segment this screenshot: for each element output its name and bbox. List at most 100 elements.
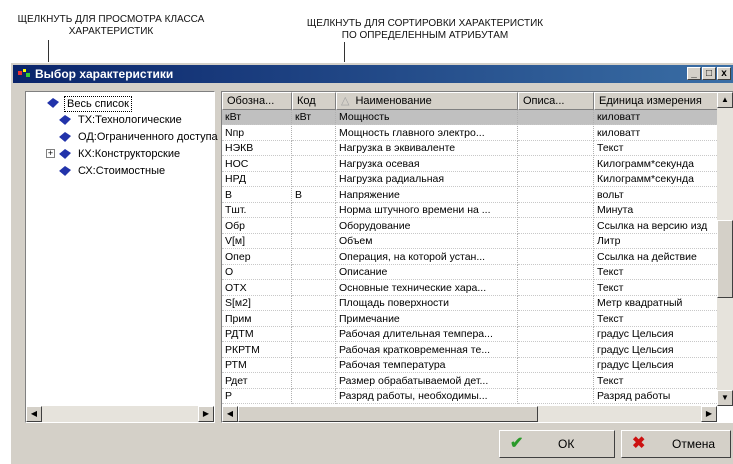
table-cell (518, 234, 594, 249)
table-row[interactable]: Тшт. Норма штучного времени на ... Минута (222, 203, 723, 218)
table-cell: градус Цельсия (594, 342, 723, 358)
table-cell: Ссылка на версию изд (594, 218, 723, 234)
table-cell: Текст (594, 311, 723, 327)
table-row[interactable]: S[м2] Площадь поверхности Метр квадратный (222, 296, 723, 311)
scroll-right-button[interactable]: ▶ (198, 406, 214, 422)
table-cell: Nпр (222, 125, 292, 141)
annotation-sort-hint: ЩЕЛКНУТЬ ДЛЯ СОРТИРОВКИ ХАРАКТЕРИСТИК ПО… (306, 18, 544, 41)
table-cell: Напряжение (336, 187, 518, 203)
table-row[interactable]: РКРТМ Рабочая кратковременная те... градус… (222, 342, 723, 358)
table-cell: Нагрузка в эквиваленте (336, 141, 518, 156)
class-tree[interactable]: Весь список ТХ:Технологические ОД:Ограниче… (25, 91, 218, 423)
table-row[interactable]: Прим Примечание Текст (222, 311, 723, 327)
maximize-button[interactable]: □ (702, 67, 716, 80)
column-header-label: Наименование (355, 95, 432, 107)
table-cell: Рабочая длительная темпера... (336, 327, 518, 342)
table-vertical-scrollbar[interactable]: ▲ ▼ (717, 92, 733, 406)
characteristics-table[interactable]: Обозна... Код △ Наименование Описа... Единица… (221, 91, 733, 423)
table-cell (518, 218, 594, 234)
table-cell: РКРТМ (222, 342, 292, 358)
cancel-button[interactable]: ✖ Отмена (621, 430, 731, 458)
column-header[interactable]: △ Наименование (336, 92, 518, 110)
table-row[interactable]: Рдет Размер обрабатываемой дет... Текст (222, 373, 723, 389)
table-cell: Разряд работы (594, 389, 723, 404)
scroll-thumb[interactable] (717, 220, 733, 298)
table-cell: Минута (594, 203, 723, 218)
tree-horizontal-scrollbar[interactable]: ◀ ▶ (26, 406, 214, 422)
table-cell: НОС (222, 156, 292, 172)
table-cell: Ссылка на действие (594, 249, 723, 265)
table-cell (518, 203, 594, 218)
table-row[interactable]: НЭКВ Нагрузка в эквиваленте Текст (222, 141, 723, 156)
table-row[interactable]: Nпр Мощность главного электро... киловатт (222, 125, 723, 141)
book-icon (59, 115, 71, 126)
table-row[interactable]: НОС Нагрузка осевая Килограмм*секунда (222, 156, 723, 172)
table-cell (292, 327, 336, 342)
table-cell (292, 296, 336, 311)
table-row[interactable]: О Описание Текст (222, 265, 723, 280)
table-row[interactable]: кВт кВт Мощность киловатт (222, 110, 723, 125)
table-cell: Литр (594, 234, 723, 249)
table-cell (292, 125, 336, 141)
table-row[interactable]: Р Разряд работы, необходимы... Разряд рабо… (222, 389, 723, 404)
table-cell (292, 141, 336, 156)
table-cell: Площадь поверхности (336, 296, 518, 311)
table-cell: Прим (222, 311, 292, 327)
table-cell: В (292, 187, 336, 203)
column-header[interactable]: Описа... (518, 92, 594, 110)
scroll-right-button[interactable]: ▶ (701, 406, 717, 422)
window-title: Выбор характеристики (35, 67, 174, 81)
ok-button[interactable]: ✔ ОК (499, 430, 615, 458)
table-cell (292, 172, 336, 187)
ok-label: ОК (558, 437, 575, 451)
table-cell (292, 358, 336, 373)
table-cell: V[м] (222, 234, 292, 249)
table-cell (292, 218, 336, 234)
table-cell: РДТМ (222, 327, 292, 342)
close-button[interactable]: x (717, 67, 731, 80)
table-row[interactable]: РДТМ Рабочая длительная темпера... градус … (222, 327, 723, 342)
table-cell (518, 156, 594, 172)
checkmark-icon: ✔ (510, 435, 524, 452)
table-row[interactable]: Опер Операция, на которой устан... Ссылка … (222, 249, 723, 265)
title-bar[interactable]: Выбор характеристики _ □ x (13, 65, 733, 83)
table-cell: О (222, 265, 292, 280)
scroll-left-button[interactable]: ◀ (222, 406, 238, 422)
table-cell (518, 110, 594, 125)
scroll-thumb[interactable] (238, 406, 538, 422)
table-cell: НРД (222, 172, 292, 187)
table-cell (518, 280, 594, 296)
table-row[interactable]: Обр Оборудование Ссылка на версию изд (222, 218, 723, 234)
table-row[interactable]: РТМ Рабочая температура градус Цельсия (222, 358, 723, 373)
table-horizontal-scrollbar[interactable]: ◀ ▶ (222, 406, 717, 422)
book-icon (59, 166, 71, 177)
table-cell (292, 373, 336, 389)
table-row[interactable]: V[м] Объем Литр (222, 234, 723, 249)
table-cell: Мощность (336, 110, 518, 125)
annotation-tree-hint: ЩЕЛКНУТЬ ДЛЯ ПРОСМОТРА КЛАССА ХАРАКТЕРИС… (17, 14, 205, 37)
table-cell: Разряд работы, необходимы... (336, 389, 518, 404)
table-cell (518, 311, 594, 327)
table-cell: НЭКВ (222, 141, 292, 156)
expand-icon[interactable]: + (46, 149, 55, 158)
table-row[interactable]: ОТХ Основные технические хара... Текст (222, 280, 723, 296)
cancel-x-icon: ✖ (632, 435, 646, 452)
table-cell: Оборудование (336, 218, 518, 234)
table-cell: Нагрузка осевая (336, 156, 518, 172)
column-header[interactable]: Код (292, 92, 336, 110)
table-cell: Текст (594, 265, 723, 280)
minimize-button[interactable]: _ (687, 67, 701, 80)
table-row[interactable]: НРД Нагрузка радиальная Килограмм*секунда (222, 172, 723, 187)
tree-item-label: ОД:Ограниченного доступа (78, 131, 218, 143)
column-header[interactable]: Единица измерения (594, 92, 723, 110)
scroll-up-button[interactable]: ▲ (717, 92, 733, 108)
table-cell (518, 141, 594, 156)
book-icon (59, 149, 71, 160)
scroll-left-button[interactable]: ◀ (26, 406, 42, 422)
scroll-down-button[interactable]: ▼ (717, 390, 733, 406)
table-row[interactable]: В В Напряжение вольт (222, 187, 723, 203)
column-header[interactable]: Обозна... (222, 92, 292, 110)
table-cell: Основные технические хара... (336, 280, 518, 296)
table-cell (518, 327, 594, 342)
sort-indicator-icon: △ (341, 95, 350, 107)
